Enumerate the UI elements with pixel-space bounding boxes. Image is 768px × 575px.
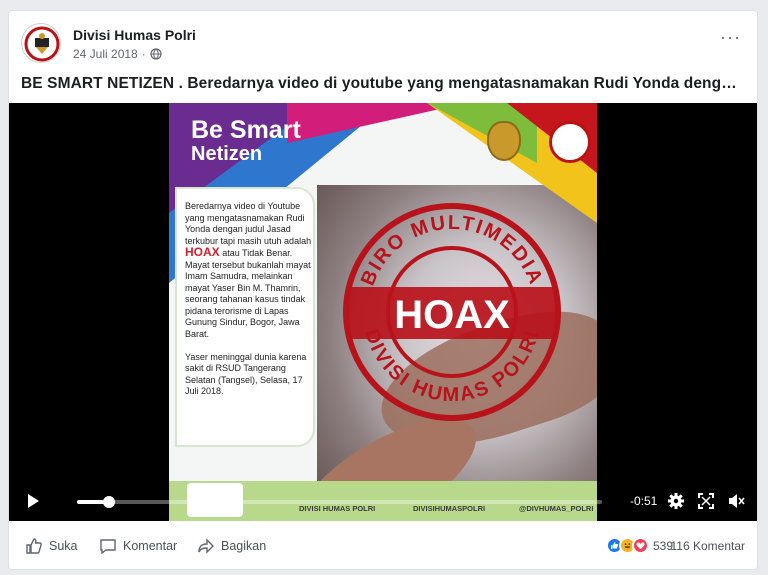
video-title-line1: Be Smart bbox=[191, 116, 301, 144]
svg-text:BIRO MULTIMEDIA: BIRO MULTIMEDIA bbox=[357, 212, 547, 289]
video-controls: -0:51 bbox=[9, 481, 757, 521]
fullscreen-icon[interactable] bbox=[697, 492, 715, 510]
reactions-summary[interactable]: 539 bbox=[605, 537, 673, 554]
share-button[interactable]: Bagikan bbox=[197, 537, 266, 555]
gear-icon[interactable] bbox=[667, 492, 685, 510]
thumbs-up-icon bbox=[26, 538, 42, 554]
time-remaining: -0:51 bbox=[630, 494, 658, 508]
like-label: Suka bbox=[49, 539, 78, 553]
stamp-center-text: HOAX bbox=[394, 293, 510, 337]
panel-text-before: Beredarnya video di Youtube yang mengata… bbox=[185, 201, 312, 246]
comment-button[interactable]: Komentar bbox=[99, 537, 177, 555]
mute-icon[interactable] bbox=[727, 492, 745, 510]
post-header: Divisi Humas Polri 24 Juli 2018 · ··· bbox=[21, 23, 741, 65]
hoax-stamp: BIRO MULTIMEDIA DIVISI HUMAS POLRI HOAX bbox=[343, 203, 561, 421]
humas-seal-icon bbox=[549, 121, 591, 163]
comments-count[interactable]: 116 Komentar bbox=[671, 539, 746, 553]
police-logo-icon bbox=[23, 25, 60, 62]
love-reaction-icon bbox=[631, 537, 649, 554]
panel-hoax-word: HOAX bbox=[185, 245, 220, 259]
seek-bar-knob[interactable] bbox=[102, 496, 115, 508]
like-button[interactable]: Suka bbox=[25, 537, 78, 555]
page-avatar[interactable] bbox=[21, 23, 61, 63]
post-meta: 24 Juli 2018 · bbox=[73, 47, 162, 61]
page-name[interactable]: Divisi Humas Polri bbox=[73, 27, 196, 43]
comment-icon bbox=[100, 539, 116, 555]
play-icon[interactable] bbox=[25, 493, 41, 509]
meta-separator: · bbox=[141, 47, 146, 61]
share-icon bbox=[198, 538, 214, 554]
comment-label: Komentar bbox=[123, 539, 178, 553]
globe-icon bbox=[150, 48, 162, 60]
post-card: Divisi Humas Polri 24 Juli 2018 · ··· BE… bbox=[8, 10, 758, 570]
video-player[interactable]: Be Smart Netizen Beredarnya video di You… bbox=[9, 103, 757, 521]
share-label: Bagikan bbox=[221, 539, 267, 553]
stamp-top-text: BIRO MULTIMEDIA bbox=[357, 212, 545, 289]
video-frame: Be Smart Netizen Beredarnya video di You… bbox=[169, 103, 597, 521]
more-options-button[interactable]: ··· bbox=[720, 27, 741, 48]
panel-text-para2: Yaser meninggal dunia karena sakit di RS… bbox=[185, 351, 307, 397]
post-actions: Suka Komentar Bagikan 539 116 Komentar bbox=[9, 533, 757, 561]
police-badge-icon bbox=[487, 121, 521, 161]
seek-bar[interactable] bbox=[77, 496, 602, 508]
video-title-line2: Netizen bbox=[191, 143, 263, 165]
panel-text-after: atau Tidak Benar. Mayat tersebut bukanla… bbox=[185, 248, 311, 339]
info-panel: Beredarnya video di Youtube yang mengata… bbox=[175, 187, 315, 447]
post-date[interactable]: 24 Juli 2018 bbox=[73, 47, 138, 61]
info-panel-text: Beredarnya video di Youtube yang mengata… bbox=[185, 201, 313, 398]
post-text[interactable]: BE SMART NETIZEN . Beredarnya video di y… bbox=[21, 75, 745, 93]
